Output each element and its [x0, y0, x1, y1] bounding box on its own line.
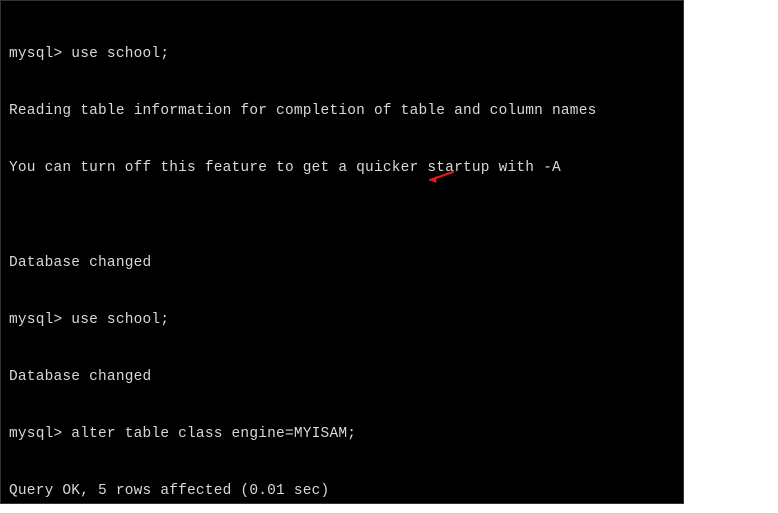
- terminal-window[interactable]: mysql> use school; Reading table informa…: [0, 0, 684, 504]
- terminal-line: You can turn off this feature to get a q…: [9, 159, 675, 178]
- annotation-arrow-icon: [428, 133, 454, 147]
- terminal-line: mysql> use school;: [9, 311, 675, 330]
- terminal-line: Database changed: [9, 368, 675, 387]
- terminal-line: mysql> use school;: [9, 45, 675, 64]
- terminal-line: Query OK, 5 rows affected (0.01 sec): [9, 482, 675, 501]
- terminal-line: Reading table information for completion…: [9, 102, 675, 121]
- terminal-line: mysql> alter table class engine=MYISAM;: [9, 425, 675, 444]
- terminal-line: Database changed: [9, 254, 675, 273]
